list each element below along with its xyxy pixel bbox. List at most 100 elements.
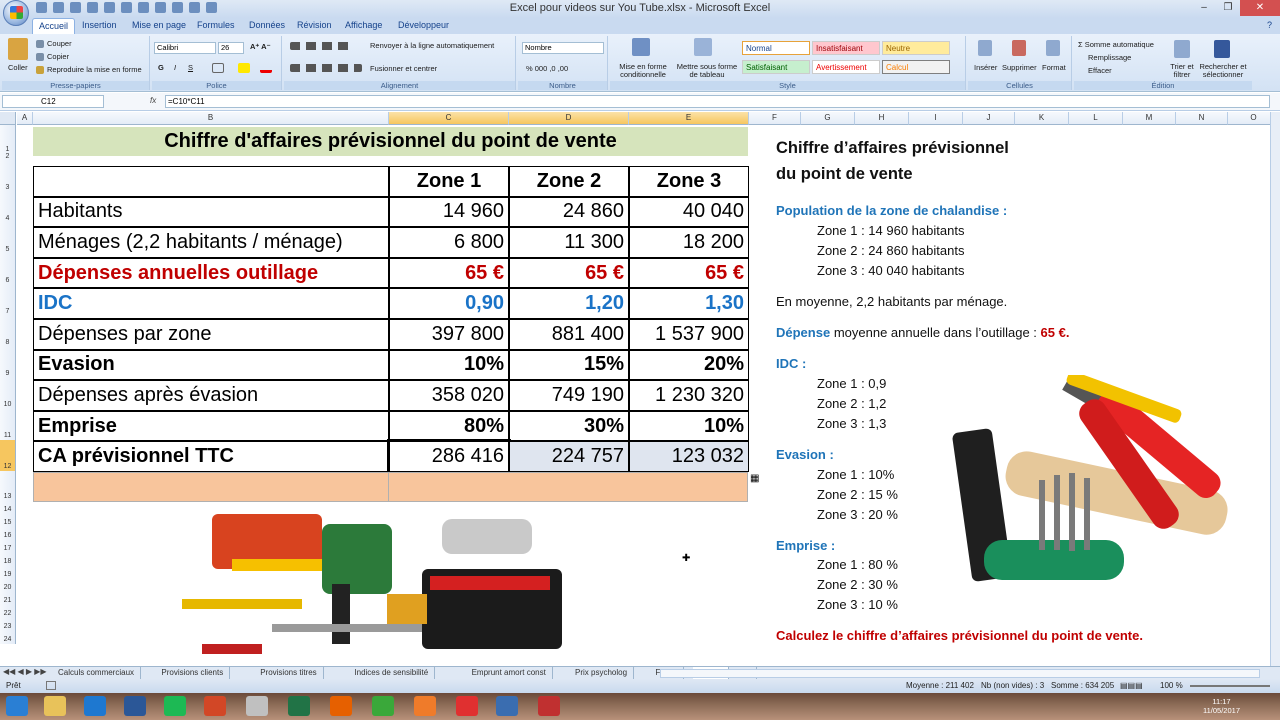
font-name-select[interactable]: Calibri — [154, 42, 216, 54]
value-cell[interactable]: 749 190 — [509, 380, 629, 411]
recorder-icon[interactable] — [538, 696, 560, 716]
autosum-button[interactable]: Σ Somme automatique — [1078, 40, 1154, 49]
delete-button[interactable]: Supprimer — [1002, 63, 1037, 72]
column-header-e[interactable]: E — [629, 112, 749, 125]
row-label-cell[interactable]: IDC — [33, 288, 389, 319]
brush-icon[interactable] — [172, 2, 183, 13]
hand-tools-photo[interactable] — [944, 375, 1234, 590]
tab-insertion[interactable]: Insertion — [82, 20, 117, 30]
row-header-20[interactable]: 20 — [0, 579, 16, 592]
row-label-cell[interactable]: CA prévisionnel TTC — [33, 441, 389, 472]
value-cell[interactable]: 65 € — [629, 257, 749, 289]
column-header-n[interactable]: N — [1176, 112, 1228, 125]
firefox-icon[interactable] — [330, 696, 352, 716]
style-satisfaisant[interactable]: Satisfaisant — [742, 60, 810, 74]
paste-button[interactable]: Coller — [8, 63, 28, 72]
tab-accueil[interactable]: Accueil — [32, 18, 76, 34]
zoom-level[interactable]: 100 % — [1160, 681, 1183, 690]
value-cell[interactable]: 30% — [509, 410, 629, 442]
select-all-corner[interactable] — [0, 112, 16, 125]
name-box[interactable]: C12 — [2, 95, 104, 108]
row-label-cell[interactable]: Ménages (2,2 habitants / ménage) — [33, 227, 389, 258]
row-label-cell[interactable]: Dépenses annuelles outillage — [33, 257, 389, 289]
value-cell[interactable]: 10% — [389, 349, 509, 381]
vertical-scrollbar[interactable] — [1270, 112, 1280, 666]
sort-filter-button[interactable]: Trier et filtrer — [1168, 63, 1196, 79]
office-button[interactable] — [3, 0, 29, 26]
open-icon[interactable] — [87, 2, 98, 13]
sheet-tab-1[interactable]: Provisions clients — [155, 667, 231, 679]
number-format-icons[interactable]: % 000 ,0 ,00 — [526, 64, 568, 73]
value-cell[interactable]: 881 400 — [509, 319, 629, 350]
style-calcul[interactable]: Calcul — [882, 60, 950, 74]
column-header-l[interactable]: L — [1069, 112, 1123, 125]
tab-formules[interactable]: Formules — [197, 20, 235, 30]
row-label-cell[interactable]: Dépenses par zone — [33, 319, 389, 350]
format-painter-button[interactable]: Reproduire la mise en forme — [47, 65, 142, 74]
style-neutre[interactable]: Neutre — [882, 41, 950, 55]
value-cell[interactable]: 286 416 — [387, 439, 511, 474]
clock[interactable]: 11:17 11/05/2017 — [1203, 697, 1240, 715]
row-header-1[interactable]: 1 — [0, 125, 16, 154]
row-label-cell[interactable]: Habitants — [33, 196, 389, 228]
powerpoint-icon[interactable] — [204, 696, 226, 716]
column-header-i[interactable]: I — [909, 112, 963, 125]
value-cell[interactable]: 24 860 — [509, 196, 629, 228]
value-cell[interactable]: 11 300 — [509, 227, 629, 258]
column-header-b[interactable]: B — [33, 112, 389, 125]
conditional-format-button[interactable]: Mise en forme conditionnelle — [614, 63, 672, 79]
word-icon[interactable] — [124, 696, 146, 716]
zone-header-1[interactable]: Zone 1 — [389, 166, 509, 197]
autofill-options-icon[interactable]: ▦ — [750, 473, 759, 484]
row-header-22[interactable]: 22 — [0, 605, 16, 618]
row-label-cell[interactable]: Dépenses après évasion — [33, 380, 389, 411]
excel-icon[interactable] — [288, 696, 310, 716]
app-icon[interactable] — [246, 696, 268, 716]
tools-photo[interactable] — [172, 504, 576, 666]
tab-nav-arrows-icon[interactable]: ◀◀ ◀ ▶ ▶▶ — [3, 667, 47, 676]
value-cell[interactable]: 6 800 — [389, 227, 509, 258]
value-cell[interactable]: 14 960 — [389, 196, 509, 228]
font-size-select[interactable]: 26 — [218, 42, 244, 54]
customize-icon[interactable] — [206, 2, 217, 13]
print-icon[interactable] — [121, 2, 132, 13]
row-header-9[interactable]: 9 — [0, 347, 16, 378]
row-header-8[interactable]: 8 — [0, 316, 16, 347]
row-header-14[interactable]: 14 — [0, 501, 16, 514]
value-cell[interactable]: 1,20 — [509, 288, 629, 319]
value-cell[interactable]: 18 200 — [629, 227, 749, 258]
value-cell[interactable]: 0,90 — [389, 288, 509, 319]
value-cell[interactable]: 1 230 320 — [629, 380, 749, 411]
edge-browser-icon[interactable] — [84, 696, 106, 716]
tab-affichage[interactable]: Affichage — [345, 20, 382, 30]
tab-revision[interactable]: Révision — [297, 20, 332, 30]
row-header-3[interactable]: 3 — [0, 161, 16, 192]
column-header-j[interactable]: J — [963, 112, 1015, 125]
help-icon[interactable]: ? — [1267, 20, 1272, 30]
insert-button[interactable]: Insérer — [974, 63, 997, 72]
save-icon[interactable] — [36, 2, 47, 13]
file-explorer-icon[interactable] — [44, 696, 66, 716]
sheet-tab-2[interactable]: Provisions titres — [254, 667, 324, 679]
value-cell[interactable]: 65 € — [509, 257, 629, 289]
zone-header-2[interactable]: Zone 2 — [509, 166, 629, 197]
tab-donnees[interactable]: Données — [249, 20, 285, 30]
sheet-tab-0[interactable]: Calculs commerciaux — [52, 667, 142, 679]
row-header-18[interactable]: 18 — [0, 553, 16, 566]
style-avertissement[interactable]: Avertissement — [812, 60, 880, 74]
find-select-button[interactable]: Rechercher et sélectionner — [1196, 63, 1250, 79]
paste-icon[interactable] — [8, 38, 28, 60]
preview-icon[interactable] — [138, 2, 149, 13]
horizontal-align-icon[interactable] — [290, 64, 362, 72]
row-header-17[interactable]: 17 — [0, 540, 16, 553]
chat-icon[interactable] — [372, 696, 394, 716]
row-header-11[interactable]: 11 — [0, 409, 16, 440]
tab-mise-en-page[interactable]: Mise en page — [132, 20, 186, 30]
bold-icon[interactable]: G — [158, 63, 164, 72]
mail-icon[interactable] — [189, 2, 200, 13]
row-header-23[interactable]: 23 — [0, 618, 16, 631]
row-header-16[interactable]: 16 — [0, 527, 16, 540]
column-header-d[interactable]: D — [509, 112, 629, 125]
value-cell[interactable]: 40 040 — [629, 196, 749, 228]
row-header-21[interactable]: 21 — [0, 592, 16, 605]
